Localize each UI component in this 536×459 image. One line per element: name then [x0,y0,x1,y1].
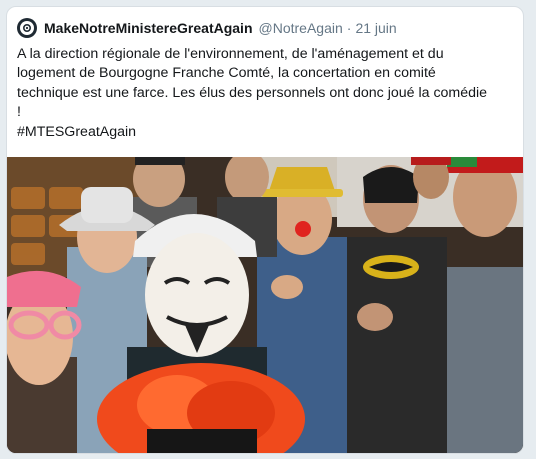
hashtag-link[interactable]: #MTESGreatAgain [17,123,515,142]
tweet-text-line: A la direction régionale de l'environnem… [17,46,444,62]
avatar[interactable] [17,18,37,38]
tweet-text-line: logement de Bourgogne Franche Comté, la … [17,65,436,82]
handle[interactable]: @NotreAgain [259,20,343,36]
tweet-text: A la direction régionale de l'environnem… [17,45,515,142]
gear-logo-icon [20,21,34,35]
tweet-text-line: ! [17,104,21,121]
meta-separator: · [346,20,352,36]
tweet-text-line: technique est une farce. Les élus des pe… [17,84,488,101]
tweet-card[interactable]: MakeNotreMinistereGreatAgain @NotreAgain… [6,6,524,454]
timestamp[interactable]: 21 juin [355,20,396,36]
display-name[interactable]: MakeNotreMinistereGreatAgain [44,20,253,36]
tweet-photo[interactable] [7,157,523,453]
tweet-meta: @NotreAgain · 21 juin [259,20,397,36]
group-photo-illustration [7,157,523,453]
tweet-header: MakeNotreMinistereGreatAgain @NotreAgain… [17,17,397,39]
